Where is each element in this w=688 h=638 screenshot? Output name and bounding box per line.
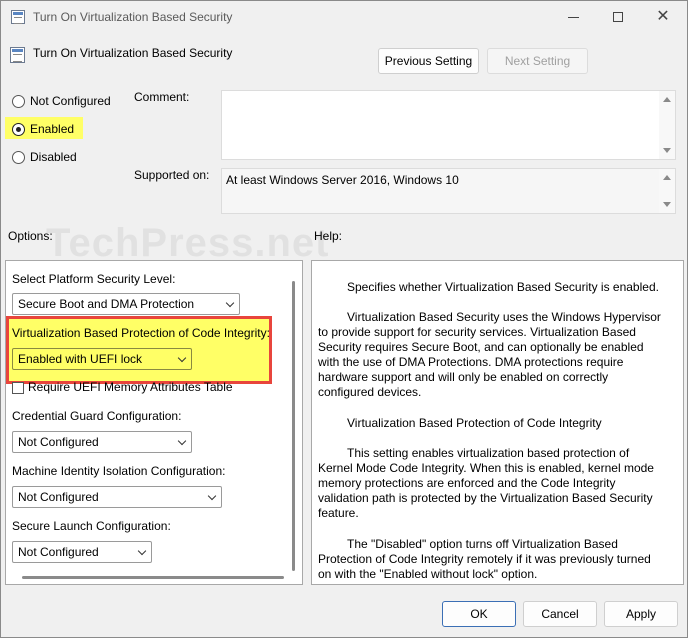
ok-button[interactable]: OK: [442, 601, 516, 627]
scroll-down-icon[interactable]: [663, 148, 671, 153]
vbs-code-integrity-select[interactable]: Enabled with UEFI lock: [12, 348, 192, 370]
minimize-button[interactable]: [553, 5, 593, 29]
machine-identity-value: Not Configured: [18, 490, 99, 504]
radio-disabled[interactable]: Disabled: [12, 150, 77, 164]
credential-guard-label: Credential Guard Configuration:: [12, 409, 182, 423]
next-setting-button[interactable]: Next Setting: [487, 48, 588, 74]
credential-guard-value: Not Configured: [18, 435, 99, 449]
uefi-memory-checkbox[interactable]: [12, 382, 24, 394]
credential-guard-select[interactable]: Not Configured: [12, 431, 192, 453]
title-bar: Turn On Virtualization Based Security ✕: [1, 1, 687, 33]
platform-security-value: Secure Boot and DMA Protection: [18, 297, 195, 311]
chevron-down-icon: [207, 491, 217, 501]
supported-scrollbar[interactable]: [659, 169, 675, 213]
radio-circle-disabled[interactable]: [12, 150, 25, 164]
uefi-memory-label: Require UEFI Memory Attributes Table: [28, 380, 233, 394]
platform-security-label: Select Platform Security Level:: [12, 272, 176, 286]
scroll-up-icon[interactable]: [663, 97, 671, 102]
cancel-button[interactable]: Cancel: [523, 601, 597, 627]
help-paragraph: Virtualization Based Protection of Code …: [347, 416, 602, 430]
policy-dialog: Turn On Virtualization Based Security ✕ …: [0, 0, 688, 638]
secure-launch-value: Not Configured: [18, 545, 99, 559]
policy-title: Turn On Virtualization Based Security: [33, 46, 233, 60]
help-section-label: Help:: [314, 229, 343, 243]
policy-doc-icon: [11, 10, 25, 24]
policy-doc-icon: [10, 47, 25, 63]
scroll-down-icon[interactable]: [663, 202, 671, 207]
close-icon: ✕: [656, 8, 670, 25]
options-panel: Select Platform Security Level: Secure B…: [5, 260, 303, 585]
options-section-label: Options:: [8, 229, 53, 243]
secure-launch-label: Secure Launch Configuration:: [12, 519, 171, 533]
chevron-down-icon: [225, 298, 235, 308]
chevron-down-icon: [177, 353, 187, 363]
vbs-code-integrity-label: Virtualization Based Protection of Code …: [12, 326, 270, 340]
options-horizontal-scrollbar[interactable]: [22, 576, 284, 579]
radio-label-disabled: Disabled: [30, 150, 77, 164]
help-paragraph: The "Disabled" option turns off Virtuali…: [318, 537, 651, 581]
radio-label-enabled: Enabled: [30, 122, 75, 136]
chevron-down-icon: [177, 436, 187, 446]
radio-circle-not-configured[interactable]: [12, 94, 25, 108]
help-paragraph: Virtualization Based Security uses the W…: [318, 310, 661, 399]
scroll-up-icon[interactable]: [663, 175, 671, 180]
maximize-icon: [613, 12, 623, 22]
machine-identity-label: Machine Identity Isolation Configuration…: [12, 464, 226, 478]
vbs-code-integrity-value: Enabled with UEFI lock: [18, 352, 143, 366]
help-paragraph: This setting enables virtualization base…: [318, 446, 654, 520]
radio-not-configured[interactable]: Not Configured: [12, 94, 111, 108]
supported-on-label: Supported on:: [134, 168, 210, 182]
maximize-button[interactable]: [598, 5, 638, 29]
comment-label: Comment:: [134, 90, 190, 104]
chevron-down-icon: [137, 546, 147, 556]
supported-on-box: At least Windows Server 2016, Windows 10: [221, 168, 676, 214]
radio-enabled[interactable]: Enabled: [12, 122, 74, 136]
previous-setting-button[interactable]: Previous Setting: [378, 48, 479, 74]
help-paragraph: Specifies whether Virtualization Based S…: [347, 280, 659, 294]
apply-button[interactable]: Apply: [604, 601, 678, 627]
secure-launch-select[interactable]: Not Configured: [12, 541, 152, 563]
machine-identity-select[interactable]: Not Configured: [12, 486, 222, 508]
window-title: Turn On Virtualization Based Security: [33, 10, 233, 24]
radio-label-not-configured: Not Configured: [30, 94, 111, 108]
platform-security-select[interactable]: Secure Boot and DMA Protection: [12, 293, 240, 315]
supported-on-value: At least Windows Server 2016, Windows 10: [226, 173, 459, 187]
close-button[interactable]: ✕: [643, 5, 683, 29]
options-vertical-scrollbar[interactable]: [292, 281, 295, 571]
minimize-icon: [567, 16, 579, 18]
help-panel: Specifies whether Virtualization Based S…: [311, 260, 684, 585]
radio-circle-enabled[interactable]: [12, 122, 25, 136]
comment-scrollbar[interactable]: [659, 91, 675, 159]
comment-textarea[interactable]: [221, 90, 676, 160]
